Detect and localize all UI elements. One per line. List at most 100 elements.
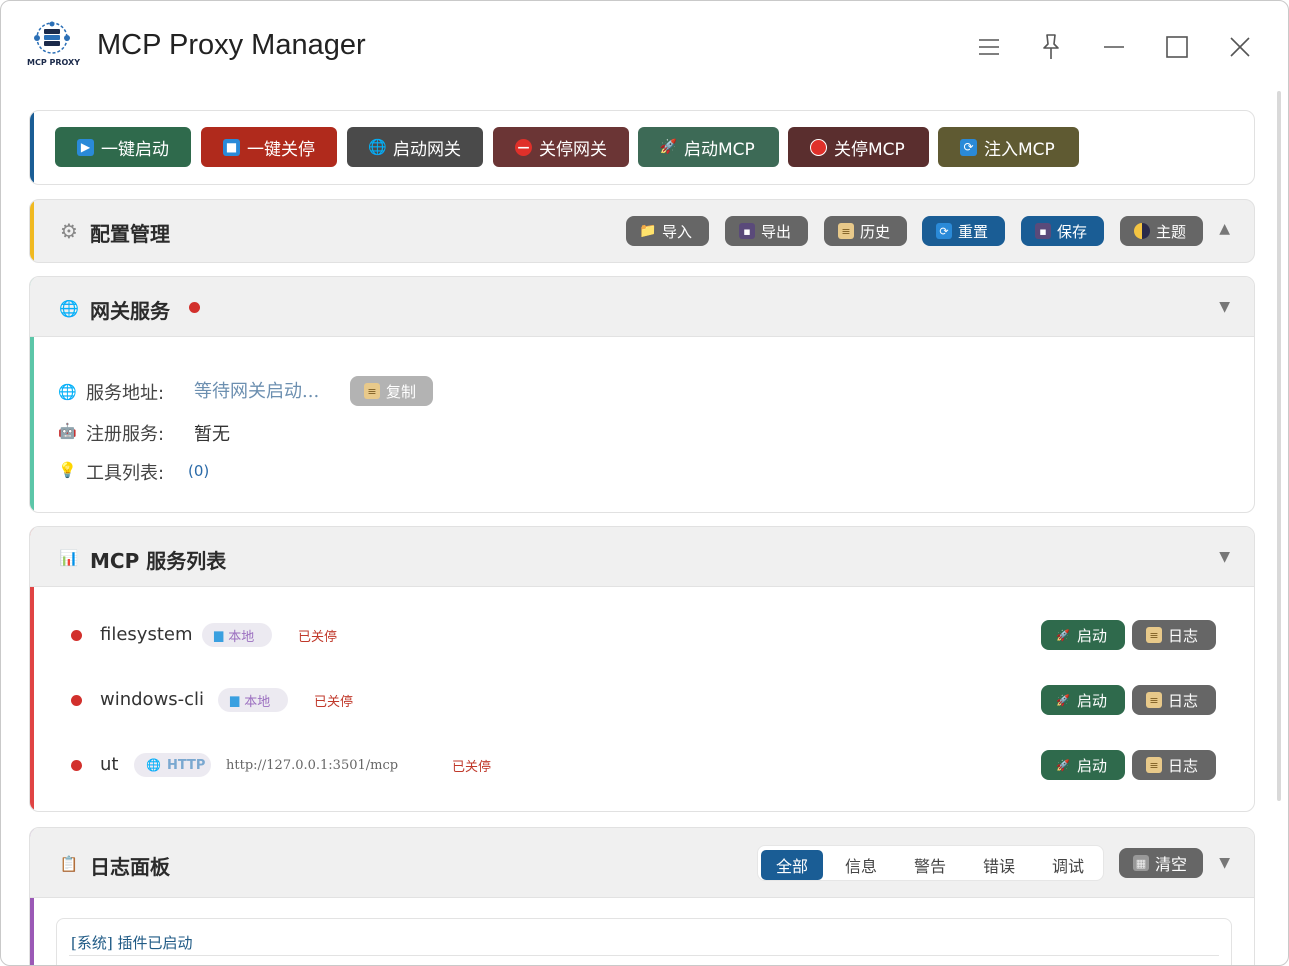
- no-entry-icon: —: [515, 138, 532, 156]
- floppy-icon: ▪: [1035, 223, 1051, 239]
- registered-label: 注册服务:: [86, 424, 165, 445]
- menu-button[interactable]: [971, 29, 1007, 65]
- clipboard-icon: ≡: [1146, 627, 1162, 643]
- status-text: 已关停: [452, 760, 492, 775]
- quick-actions-panel: ▶ 一键启动 ■ 一键关停 🌐 启动网关 — 关停网关 🚀 启动MCP 关停MCP ⟳ 注入…: [29, 110, 1255, 185]
- status-dot: [71, 695, 82, 706]
- log-filter-tabs: 全部 信息 警告 错误 调试: [757, 845, 1104, 881]
- globe-icon: 🌐: [59, 298, 79, 318]
- start-mcp-button[interactable]: 🚀 启动MCP: [638, 127, 779, 167]
- computer-icon: ▆: [214, 628, 224, 642]
- start-button[interactable]: 🚀 启动: [1041, 750, 1125, 780]
- gateway-status-dot: [189, 302, 200, 313]
- stop-mcp-button[interactable]: 关停MCP: [788, 127, 929, 167]
- url-text: http://127.0.0.1:3501/mcp: [226, 758, 399, 773]
- floppy-icon: ▪: [739, 223, 755, 239]
- type-badge: ▆ 本地: [202, 623, 272, 647]
- collapse-down-icon: ▼: [1219, 549, 1230, 565]
- close-button[interactable]: [1222, 29, 1258, 65]
- red-circle-icon: [810, 138, 827, 156]
- log-output: [系统] 插件已启动: [56, 918, 1232, 965]
- export-button[interactable]: ▪ 导出: [725, 216, 808, 246]
- tools-count[interactable]: (0): [188, 462, 209, 480]
- log-entry: [系统] 插件已启动: [71, 934, 193, 952]
- maximize-button[interactable]: [1159, 29, 1195, 65]
- start-button[interactable]: 🚀 启动: [1041, 685, 1125, 715]
- log-button[interactable]: ≡ 日志: [1132, 750, 1216, 780]
- log-panel: 📋 日志面板 全部 信息 警告 错误 调试 ▦ 清空 ▼ [系统] 插件已启动: [29, 827, 1255, 965]
- address-label: 服务地址:: [86, 383, 165, 404]
- address-value: 等待网关启动...: [194, 381, 320, 402]
- reset-button[interactable]: ⟳ 重置: [922, 216, 1005, 246]
- import-button[interactable]: 📁 导入: [626, 216, 709, 246]
- globe-icon: 🌐: [368, 138, 387, 156]
- tab-error[interactable]: 错误: [968, 850, 1030, 880]
- close-icon: [1230, 37, 1250, 57]
- stop-all-button[interactable]: ■ 一键关停: [201, 127, 337, 167]
- clipboard-icon: ≡: [1146, 692, 1162, 708]
- tab-info[interactable]: 信息: [830, 850, 892, 880]
- scroll-icon: ≡: [838, 223, 854, 239]
- log-button[interactable]: ≡ 日志: [1132, 620, 1216, 650]
- hamburger-icon: [979, 39, 999, 55]
- half-moon-icon: [1134, 223, 1150, 239]
- title-bar: MCP PROXY MCP Proxy Manager: [1, 1, 1288, 91]
- log-title: 日志面板: [90, 855, 170, 879]
- start-all-button[interactable]: ▶ 一键启动: [55, 127, 191, 167]
- collapse-down-icon: ▼: [1219, 299, 1230, 315]
- mcp-list-panel: 📊 MCP 服务列表 ▼ filesystem ▆ 本地 已关停 🚀 启动 ≡ 日志 …: [29, 526, 1255, 812]
- type-badge: 🌐 HTTP: [134, 753, 211, 777]
- trash-icon: ▦: [1133, 855, 1149, 871]
- tab-debug[interactable]: 调试: [1037, 850, 1099, 880]
- pin-icon: [1043, 34, 1059, 59]
- config-panel: ⚙ 配置管理 📁 导入 ▪ 导出 ≡ 历史 ⟳ 重置 ▪ 保存 主题 ▲: [29, 199, 1255, 263]
- clipboard-icon: ≡: [1146, 757, 1162, 773]
- clear-button[interactable]: ▦ 清空: [1119, 848, 1203, 878]
- copy-button[interactable]: ≡ 复制: [350, 376, 433, 406]
- theme-button[interactable]: 主题: [1120, 216, 1203, 246]
- mcp-header[interactable]: 📊 MCP 服务列表 ▼: [30, 527, 1254, 587]
- refresh-icon: ⟳: [936, 223, 952, 239]
- gateway-header[interactable]: 🌐 网关服务 ▼: [30, 277, 1254, 337]
- rocket-icon: 🚀: [1056, 693, 1070, 707]
- collapse-up-icon[interactable]: ▲: [1219, 221, 1230, 237]
- status-dot: [71, 630, 82, 641]
- start-button[interactable]: 🚀 启动: [1041, 620, 1125, 650]
- maximize-icon: [1166, 36, 1188, 58]
- refresh-icon: ⟳: [960, 138, 977, 156]
- stop-icon: ■: [223, 138, 240, 156]
- pin-button[interactable]: [1033, 29, 1069, 65]
- log-header: 📋 日志面板 全部 信息 警告 错误 调试 ▦ 清空 ▼: [30, 828, 1254, 898]
- stop-gateway-button[interactable]: — 关停网关: [493, 127, 629, 167]
- inject-mcp-button[interactable]: ⟳ 注入MCP: [938, 127, 1079, 167]
- tab-warning[interactable]: 警告: [899, 850, 961, 880]
- lightbulb-icon: 💡: [58, 461, 77, 479]
- status-text: 已关停: [298, 630, 338, 645]
- bar-chart-icon: 📊: [59, 549, 79, 567]
- globe-icon: 🌐: [146, 758, 161, 772]
- clipboard-icon: 📋: [59, 855, 79, 873]
- status-dot: [71, 760, 82, 771]
- minimize-button[interactable]: [1096, 29, 1132, 65]
- start-gateway-button[interactable]: 🌐 启动网关: [347, 127, 483, 167]
- save-button[interactable]: ▪ 保存: [1021, 216, 1104, 246]
- play-icon: ▶: [77, 138, 94, 156]
- tools-label: 工具列表:: [86, 463, 165, 484]
- rocket-icon: 🚀: [659, 139, 678, 155]
- globe-icon: 🌐: [58, 383, 77, 401]
- gear-icon: ⚙: [60, 219, 78, 243]
- type-badge: ▆ 本地: [218, 688, 288, 712]
- app-title: MCP Proxy Manager: [97, 29, 366, 61]
- folder-icon: 📁: [639, 223, 657, 239]
- log-button[interactable]: ≡ 日志: [1132, 685, 1216, 715]
- scrollbar[interactable]: [1277, 91, 1281, 801]
- status-text: 已关停: [314, 695, 354, 710]
- robot-icon: 🤖: [58, 422, 77, 440]
- collapse-down-icon[interactable]: ▼: [1219, 855, 1230, 871]
- gateway-title: 网关服务: [90, 299, 170, 323]
- clipboard-icon: ≡: [364, 383, 380, 399]
- gateway-panel: 🌐 网关服务 ▼ 🌐 服务地址: 等待网关启动... ≡ 复制 🤖 注册服务: 暂…: [29, 276, 1255, 513]
- history-button[interactable]: ≡ 历史: [824, 216, 907, 246]
- mcp-name: windows-cli: [100, 689, 205, 710]
- tab-all[interactable]: 全部: [761, 850, 823, 880]
